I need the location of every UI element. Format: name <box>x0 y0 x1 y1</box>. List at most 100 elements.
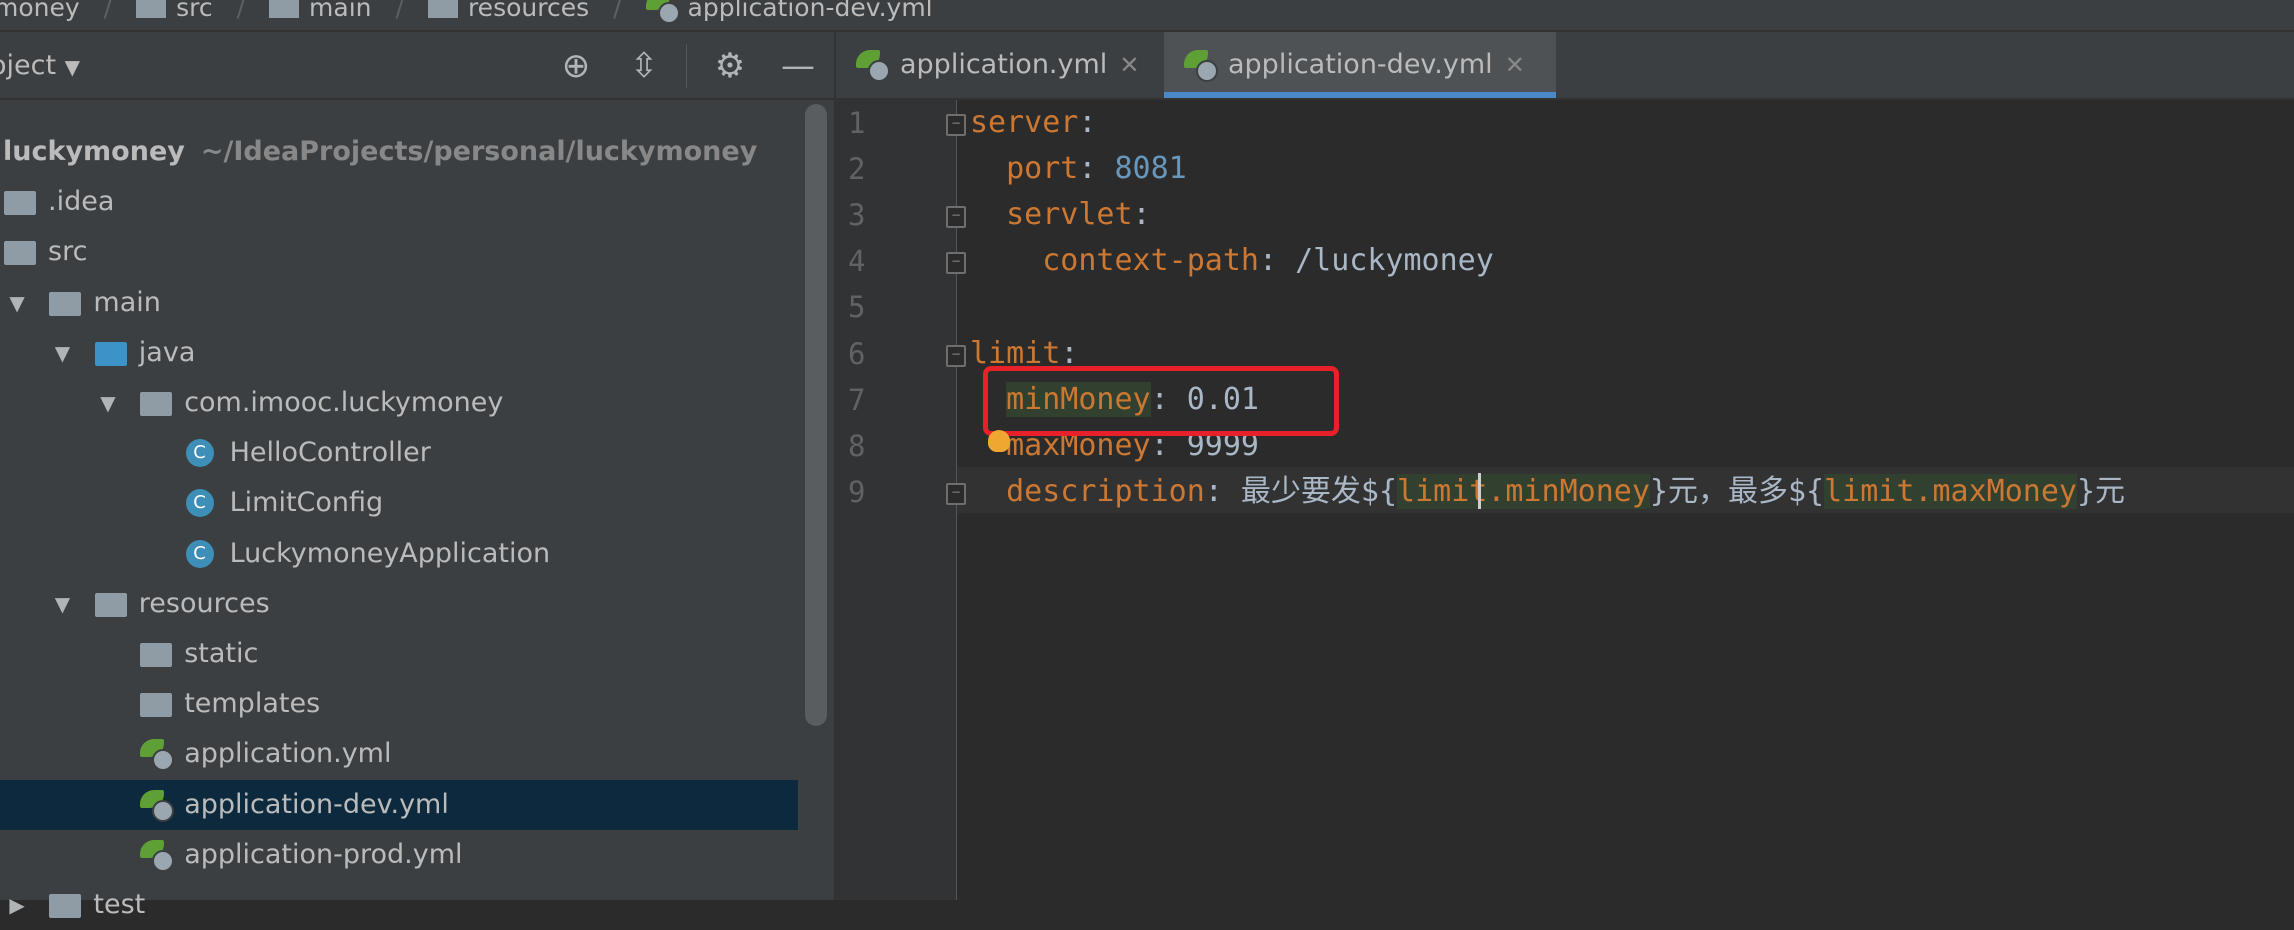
line-number: 2 <box>848 152 866 187</box>
code-token: : <box>1132 197 1151 233</box>
tree-item[interactable]: luckymoney ~/IdeaProjects/personal/luckym… <box>0 127 798 177</box>
tab-label-wrap: application.yml ✕ <box>900 32 1139 98</box>
lightbulb-icon[interactable] <box>988 430 1010 452</box>
line-number: 4 <box>848 244 866 279</box>
breadcrumb-item[interactable]: money <box>0 0 80 22</box>
line-number: 8 <box>848 428 866 463</box>
tree-item[interactable]: ▼ main <box>0 278 798 328</box>
code-token: context-path <box>1042 243 1259 279</box>
line-number: 1 <box>848 106 866 140</box>
gutter: 1 2 3 4 5 6 7 8 9 <box>836 100 957 900</box>
expand-arrow-icon[interactable]: ▼ <box>55 579 70 629</box>
tree-item-name: java <box>138 336 196 368</box>
folder-icon <box>94 592 127 617</box>
tree-item-name: .idea <box>48 186 115 218</box>
code-token: : <box>1078 151 1115 187</box>
line-number: 3 <box>848 198 866 233</box>
gear-icon[interactable]: ⚙ <box>710 46 750 86</box>
spring-yml-icon <box>856 50 890 82</box>
tree-item-label: LimitConfig <box>230 478 384 528</box>
collapse-all-icon[interactable]: ⇳ <box>624 46 664 86</box>
fold-open-icon[interactable]: − <box>946 344 966 367</box>
tree-item-label: application-dev.yml <box>184 780 449 830</box>
code-token: : <box>1204 473 1241 509</box>
breadcrumb-separator: / <box>395 0 404 22</box>
code-token: }元，最多${ <box>1649 473 1825 509</box>
tree-item[interactable]: src <box>0 227 798 277</box>
tree-item-name: test <box>93 889 146 920</box>
tree-item-label: static <box>184 629 258 679</box>
fold-close-icon[interactable]: − <box>946 252 966 275</box>
code-line: server: <box>970 100 1096 146</box>
breadcrumb-item[interactable]: resources <box>468 0 589 22</box>
tree-item[interactable]: application-prod.yml <box>0 830 798 880</box>
folder-icon <box>427 0 458 18</box>
tree-item-name: templates <box>184 688 321 720</box>
tab-application-dev-yml[interactable]: application-dev.yml ✕ <box>1164 32 1556 98</box>
tree-item-label: luckymoney ~/IdeaProjects/personal/luckym… <box>3 127 757 177</box>
tree-item[interactable]: ▶ test <box>0 880 798 930</box>
tree-item[interactable]: ▼ java <box>0 328 798 378</box>
code-token: port <box>1006 151 1079 187</box>
code-token: 最少要发${ <box>1240 473 1398 509</box>
class-icon: C <box>185 439 214 468</box>
spring-yml-icon <box>140 739 175 772</box>
code-token: /luckymoney <box>1295 243 1494 279</box>
line-number: 5 <box>848 290 866 325</box>
expand-arrow-icon[interactable]: ▼ <box>100 378 115 428</box>
close-icon[interactable]: ✕ <box>1505 51 1525 79</box>
breadcrumb-items: money / src / main / resources / application-dev… <box>0 0 933 24</box>
tree-item-name: LimitConfig <box>229 487 384 519</box>
tree-item-label: java <box>139 328 196 378</box>
spring-yml-icon <box>645 0 680 24</box>
tree-item[interactable]: templates <box>0 679 798 729</box>
line-number: 6 <box>848 336 866 371</box>
tree-item-name: application-prod.yml <box>184 838 463 870</box>
breadcrumb-item[interactable]: src <box>176 0 213 22</box>
tree-item-label: src <box>48 227 87 277</box>
tree-item-label: HelloController <box>230 428 431 478</box>
tree-item-name: resources <box>138 587 270 619</box>
tree-item-name: static <box>184 638 259 669</box>
fold-open-icon[interactable]: − <box>946 114 966 136</box>
tree-item-name: main <box>93 286 161 318</box>
tree-item[interactable]: C LuckymoneyApplication <box>0 529 798 579</box>
breadcrumb-item[interactable]: main <box>309 0 371 22</box>
tree-item[interactable]: ▼ com.imooc.luckymoney <box>0 378 798 428</box>
scrollbar[interactable] <box>805 104 827 726</box>
locate-icon[interactable]: ⊕ <box>556 46 596 86</box>
tree-item-name: application-dev.yml <box>184 788 449 820</box>
collapse-arrow-icon[interactable]: ▶ <box>9 880 24 930</box>
tree-item[interactable]: static <box>0 629 798 679</box>
folder-icon <box>140 643 173 667</box>
fold-open-icon[interactable]: − <box>946 206 966 229</box>
text-caret <box>1478 473 1481 509</box>
tree-item[interactable]: ▼ resources <box>0 579 798 629</box>
breadcrumb-separator: / <box>103 0 113 22</box>
tree-item[interactable]: application.yml <box>0 729 798 779</box>
expand-arrow-icon[interactable]: ▼ <box>9 278 24 328</box>
tree-item[interactable]: application-dev.yml <box>0 779 798 830</box>
fold-close-icon[interactable]: − <box>946 482 966 505</box>
minimize-icon[interactable]: — <box>778 46 818 86</box>
code-line: servlet: <box>1006 192 1151 238</box>
project-panel-header: oject ▼ ⊕ ⇳ ⚙ — <box>0 32 834 100</box>
code-line: description: 最少要发${limit.minMoney}元，最多${… <box>1006 469 2125 515</box>
tree-item-label: resources <box>139 579 270 629</box>
folder-icon <box>4 241 36 266</box>
folder-icon <box>49 291 82 316</box>
tab-label: application-dev.yml <box>1228 49 1493 80</box>
editor-tabs: application.yml ✕ application-dev.yml ✕ <box>836 32 2294 100</box>
tree-item[interactable]: .idea <box>0 177 798 227</box>
project-view-selector[interactable]: oject ▼ <box>0 50 80 81</box>
tree-item-label: templates <box>184 679 320 729</box>
tree-item-label: LuckymoneyApplication <box>230 529 551 579</box>
tab-application-yml[interactable]: application.yml ✕ <box>836 32 1164 98</box>
close-icon[interactable]: ✕ <box>1119 51 1139 79</box>
breadcrumb-item[interactable]: application-dev.yml <box>688 0 933 22</box>
tree-item[interactable]: C HelloController <box>0 428 798 478</box>
tree-item[interactable]: C LimitConfig <box>0 478 798 528</box>
expand-arrow-icon[interactable]: ▼ <box>55 328 70 378</box>
package-icon <box>140 392 173 416</box>
spring-yml-icon <box>140 839 175 872</box>
